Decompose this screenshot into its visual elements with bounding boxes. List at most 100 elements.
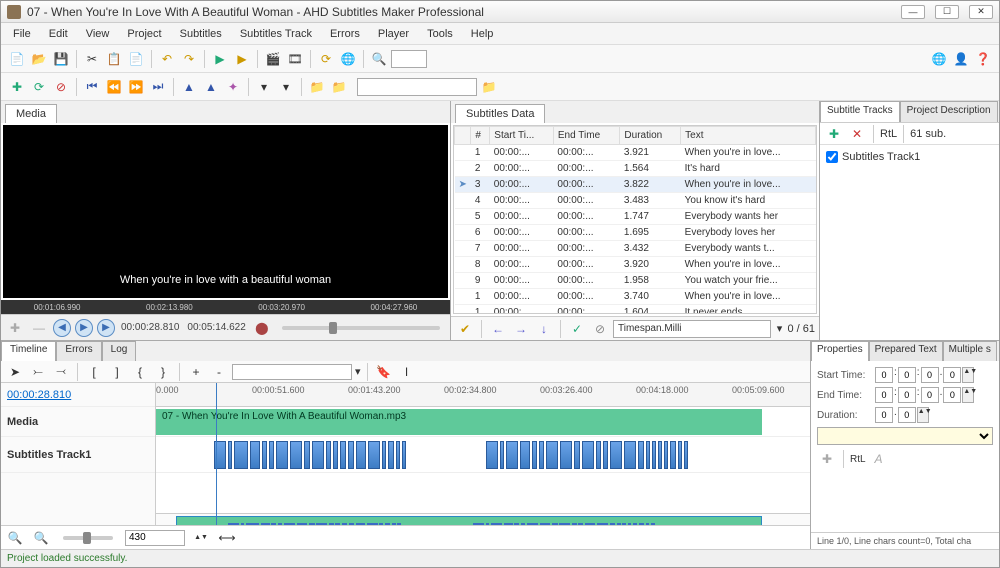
media-icon[interactable]: 🎬 xyxy=(263,49,283,69)
user-icon[interactable]: 👤 xyxy=(951,49,971,69)
subtitle-block[interactable] xyxy=(610,441,622,469)
menu-player[interactable]: Player xyxy=(370,25,417,43)
table-row[interactable]: 100:00:...00:00:...1.604It never ends xyxy=(455,305,816,315)
menu-file[interactable]: File xyxy=(5,25,39,43)
rtl-toggle[interactable]: RtL xyxy=(850,454,866,465)
table-row[interactable]: 600:00:...00:00:...1.695Everybody loves … xyxy=(455,225,816,241)
subtitle-block[interactable] xyxy=(276,441,288,469)
col-header[interactable]: Start Ti... xyxy=(490,127,554,145)
font-icon[interactable]: A xyxy=(869,449,889,469)
menu-errors[interactable]: Errors xyxy=(322,25,368,43)
subtitle-block[interactable] xyxy=(500,441,504,469)
subtitle-block[interactable] xyxy=(506,441,518,469)
marker2-icon[interactable]: ▲ xyxy=(201,77,221,97)
rtl-label[interactable]: RtL xyxy=(880,128,897,140)
subtitle-block[interactable] xyxy=(652,441,656,469)
zoom-out-icon[interactable]: 🔍 xyxy=(31,528,51,548)
fit-icon[interactable]: ⟷ xyxy=(217,528,237,548)
subtitle-block[interactable] xyxy=(646,441,650,469)
props-tab[interactable]: Properties xyxy=(811,341,869,361)
subtitle-block[interactable] xyxy=(546,441,558,469)
subtitle-block[interactable] xyxy=(388,441,394,469)
subtitle-block[interactable] xyxy=(326,441,331,469)
undo-icon[interactable]: ↶ xyxy=(157,49,177,69)
format-combo[interactable]: Timespan.Milli xyxy=(613,320,771,338)
subtitle-block[interactable] xyxy=(670,441,676,469)
subtitle-block[interactable] xyxy=(520,441,530,469)
cursor-icon[interactable]: I xyxy=(397,362,417,382)
apply-icon[interactable]: 📁 xyxy=(479,77,499,97)
text-combo[interactable] xyxy=(817,427,993,445)
subtitle-block[interactable] xyxy=(624,441,636,469)
new-icon[interactable]: 📄 xyxy=(7,49,27,69)
next-icon[interactable]: ⏩ xyxy=(126,77,146,97)
subtitle-block[interactable] xyxy=(312,441,324,469)
selectend-icon[interactable]: ⤚ xyxy=(28,362,48,382)
open-icon[interactable]: 📂 xyxy=(29,49,49,69)
selectstart-icon[interactable]: ⤙ xyxy=(51,362,71,382)
props-tab[interactable]: Prepared Text xyxy=(869,341,943,361)
nav-down-icon[interactable]: ↓ xyxy=(534,319,554,339)
timeline-current[interactable]: 00:00:28.810 xyxy=(1,383,155,407)
media2-icon[interactable]: 🎞 xyxy=(285,49,305,69)
confirm-icon[interactable]: ✓ xyxy=(567,319,587,339)
table-row[interactable]: 800:00:...00:00:...3.920When you're in l… xyxy=(455,257,816,273)
pointer-icon[interactable]: ➤ xyxy=(5,362,25,382)
plus-icon[interactable]: + xyxy=(186,362,206,382)
playhead[interactable] xyxy=(216,383,217,525)
tracks-tab[interactable]: Project Description xyxy=(900,101,998,122)
start-spinner[interactable]: ::.▲▼ xyxy=(875,367,974,383)
subtitle-block[interactable] xyxy=(539,441,544,469)
menu-subtitles[interactable]: Subtitles xyxy=(172,25,230,43)
subtitle-block[interactable] xyxy=(678,441,682,469)
paste-icon[interactable]: 📄 xyxy=(126,49,146,69)
tl-tab-timeline[interactable]: Timeline xyxy=(1,341,56,361)
menu-project[interactable]: Project xyxy=(119,25,169,43)
record-icon[interactable]: ⬤ xyxy=(252,318,272,338)
table-row[interactable]: 400:00:...00:00:...3.483You know it's ha… xyxy=(455,193,816,209)
subtitle-block[interactable] xyxy=(290,441,302,469)
subtitle-block[interactable] xyxy=(262,441,267,469)
subtitle-block[interactable] xyxy=(574,441,580,469)
timeline-ruler[interactable]: 0.00000:00:51.60000:01:43.20000:02:34.80… xyxy=(156,383,810,407)
tl-tab-log[interactable]: Log xyxy=(102,341,137,361)
col-header[interactable]: End Time xyxy=(553,127,620,145)
delete-icon[interactable]: ⊘ xyxy=(51,77,71,97)
copy-icon[interactable]: 📋 xyxy=(104,49,124,69)
subtitle-block[interactable] xyxy=(382,441,386,469)
subtitle-block[interactable] xyxy=(596,441,601,469)
subtitle-block[interactable] xyxy=(228,441,232,469)
table-row[interactable]: 200:00:...00:00:...1.564It's hard xyxy=(455,161,816,177)
add-track-icon[interactable]: ✚ xyxy=(824,124,844,144)
subtitle-block[interactable] xyxy=(250,441,260,469)
video-preview[interactable]: When you're in love with a beautiful wom… xyxy=(3,125,448,298)
bracket-r-icon[interactable]: ] xyxy=(107,362,127,382)
subtitle-block[interactable] xyxy=(560,441,572,469)
tracks-tab[interactable]: Subtitle Tracks xyxy=(820,101,900,122)
table-row[interactable]: ➤300:00:...00:00:...3.822When you're in … xyxy=(455,177,816,193)
minus-icon[interactable]: - xyxy=(209,362,229,382)
combo1-icon[interactable]: ▾ xyxy=(254,77,274,97)
menu-tools[interactable]: Tools xyxy=(419,25,461,43)
col-header[interactable]: Duration xyxy=(620,127,681,145)
del-marker-icon[interactable]: — xyxy=(29,318,49,338)
save-icon[interactable]: 💾 xyxy=(51,49,71,69)
subtitle-block[interactable] xyxy=(396,441,400,469)
zoom-up-icon[interactable]: ▲▼ xyxy=(191,528,211,548)
table-row[interactable]: 100:00:...00:00:...3.921When you're in l… xyxy=(455,145,816,161)
table-row[interactable]: 100:00:...00:00:...3.740When you're in l… xyxy=(455,289,816,305)
zoom-in-icon[interactable]: 🔍 xyxy=(5,528,25,548)
subtitle-block[interactable] xyxy=(340,441,346,469)
import-icon[interactable]: ▶ xyxy=(210,49,230,69)
play-button[interactable]: ▶ xyxy=(75,319,93,337)
table-row[interactable]: 500:00:...00:00:...1.747Everybody wants … xyxy=(455,209,816,225)
search-icon[interactable]: 🔍 xyxy=(369,49,389,69)
subtitle-block[interactable] xyxy=(486,441,498,469)
check-icon[interactable]: ✔ xyxy=(455,319,475,339)
combo2-icon[interactable]: ▾ xyxy=(276,77,296,97)
del-track-icon[interactable]: ✕ xyxy=(847,124,867,144)
tl-combo[interactable] xyxy=(232,364,352,380)
add-text-icon[interactable]: ✚ xyxy=(817,449,837,469)
folder1-icon[interactable]: 📁 xyxy=(307,77,327,97)
subtitle-block[interactable] xyxy=(333,441,338,469)
